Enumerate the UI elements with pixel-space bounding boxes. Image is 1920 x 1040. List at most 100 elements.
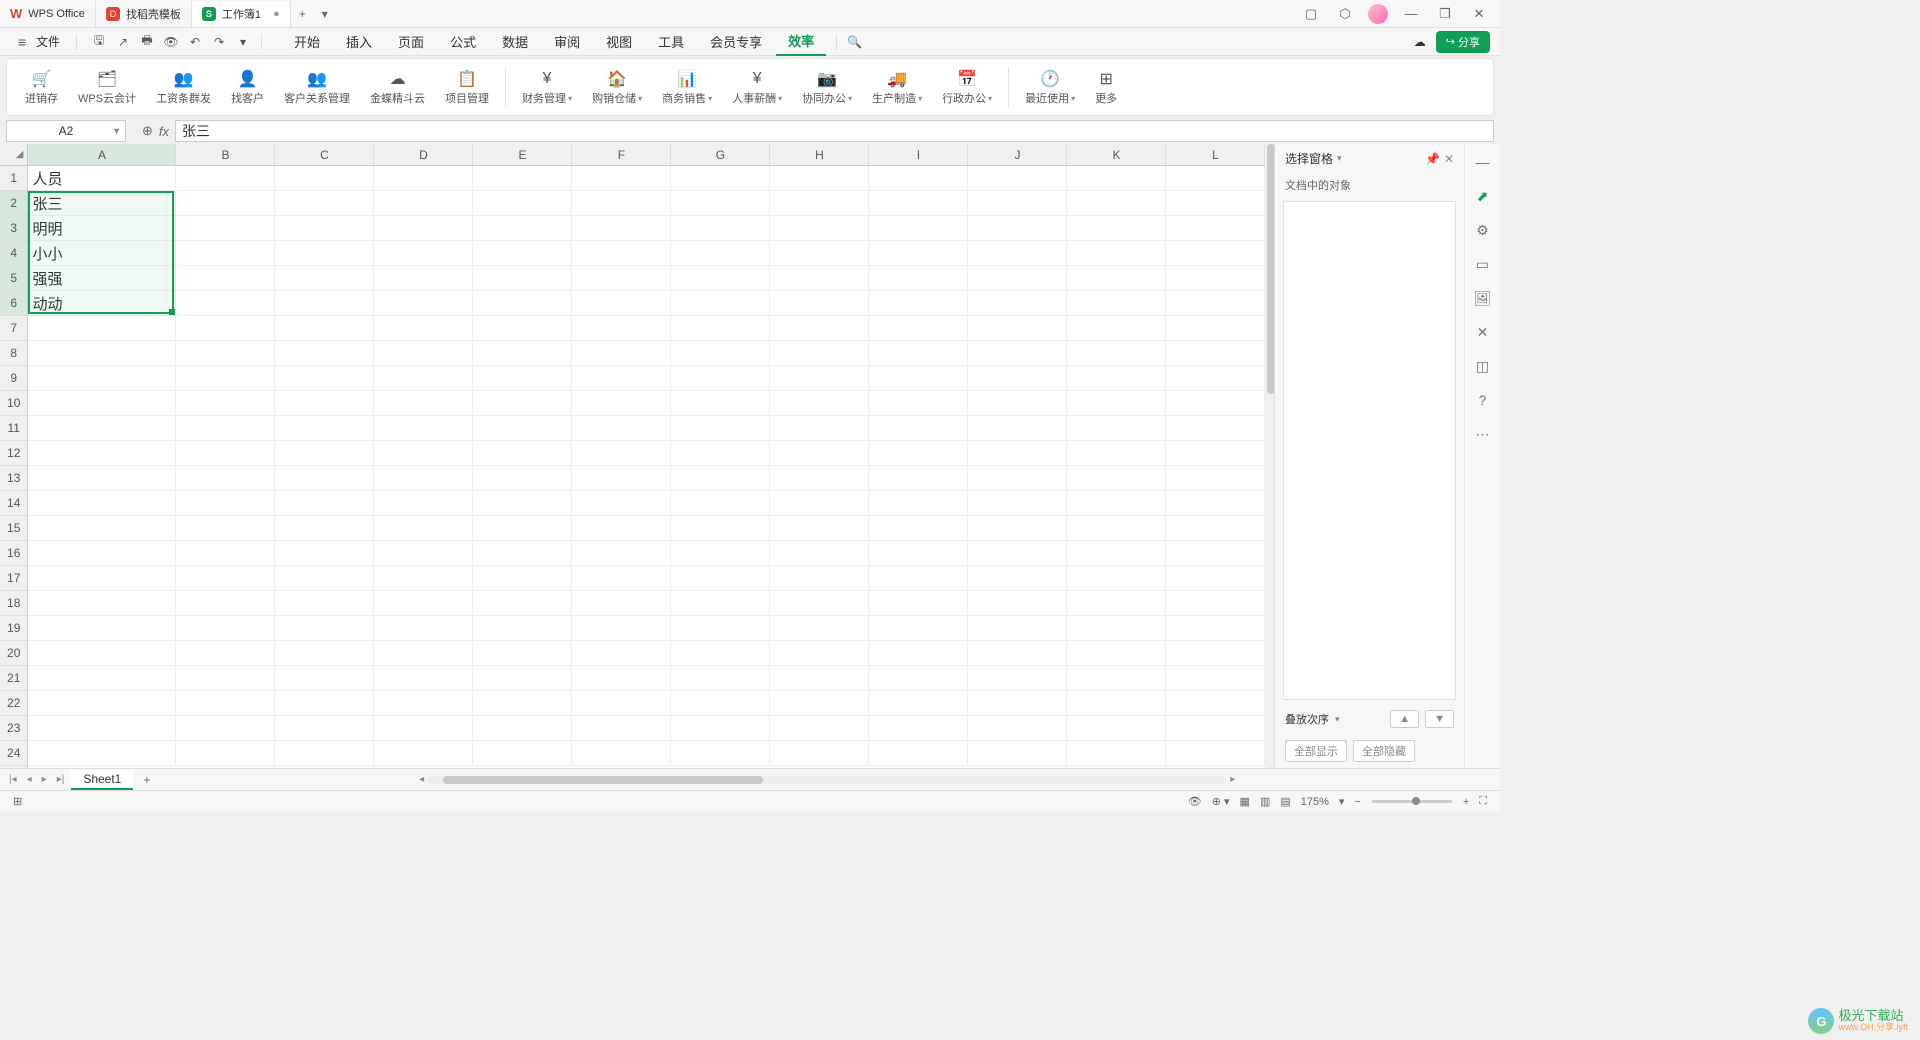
cell-A24[interactable] — [28, 741, 176, 766]
search-icon[interactable]: 🔍 — [847, 35, 862, 49]
horizontal-scrollbar[interactable]: ◂ ▸ — [160, 774, 1494, 785]
cell-H7[interactable] — [770, 316, 869, 341]
cell-B21[interactable] — [176, 666, 275, 691]
cell-F17[interactable] — [572, 566, 671, 591]
cell-F9[interactable] — [572, 366, 671, 391]
undo-icon[interactable]: ↶ — [185, 32, 205, 52]
cell-H8[interactable] — [770, 341, 869, 366]
cell-G14[interactable] — [671, 491, 770, 516]
cell-F10[interactable] — [572, 391, 671, 416]
cell-E13[interactable] — [473, 466, 572, 491]
cell-E18[interactable] — [473, 591, 572, 616]
row-header-9[interactable]: 9 — [0, 366, 27, 391]
cell-K7[interactable] — [1067, 316, 1166, 341]
cell-B20[interactable] — [176, 641, 275, 666]
cell-B1[interactable] — [176, 166, 275, 191]
menu-tab-review[interactable]: 审阅 — [542, 28, 592, 55]
menu-tab-insert[interactable]: 插入 — [334, 28, 384, 55]
zoom-in-button[interactable]: + — [1458, 796, 1474, 808]
ribbon-找客户[interactable]: 👤找客户 — [223, 68, 272, 106]
ribbon-工资条群发[interactable]: 👥工资条群发 — [148, 68, 219, 106]
cell-I8[interactable] — [869, 341, 968, 366]
view-normal-icon[interactable]: ▦ — [1235, 795, 1255, 808]
cell-H16[interactable] — [770, 541, 869, 566]
ribbon-客户关系管理[interactable]: 👥客户关系管理 — [276, 68, 358, 106]
cell-J23[interactable] — [968, 716, 1067, 741]
cell-L12[interactable] — [1166, 441, 1265, 466]
image-icon[interactable]: 🖼 — [1473, 288, 1493, 308]
menu-tab-efficiency[interactable]: 效率 — [776, 27, 826, 56]
cell-A21[interactable] — [28, 666, 176, 691]
close-pane-icon[interactable]: ✕ — [1444, 152, 1454, 166]
cell-C4[interactable] — [275, 241, 374, 266]
ribbon-商务销售[interactable]: 📊商务销售▾ — [654, 68, 720, 106]
row-header-13[interactable]: 13 — [0, 466, 27, 491]
focus-icon[interactable]: ⊕ ▾ — [1207, 795, 1235, 808]
cell-B13[interactable] — [176, 466, 275, 491]
cell-I9[interactable] — [869, 366, 968, 391]
grid-rows[interactable]: 人员张三明明小小强强动动 — [28, 166, 1265, 766]
cell-K13[interactable] — [1067, 466, 1166, 491]
cell-F21[interactable] — [572, 666, 671, 691]
cell-H17[interactable] — [770, 566, 869, 591]
collapse-icon[interactable]: — — [1473, 152, 1493, 172]
cell-H20[interactable] — [770, 641, 869, 666]
cell-G1[interactable] — [671, 166, 770, 191]
cell-G4[interactable] — [671, 241, 770, 266]
cell-I7[interactable] — [869, 316, 968, 341]
chevron-down-icon[interactable]: ▼ — [112, 126, 121, 136]
status-mode-icon[interactable]: ⊞ — [8, 795, 27, 808]
cell-D14[interactable] — [374, 491, 473, 516]
cell-E2[interactable] — [473, 191, 572, 216]
row-header-12[interactable]: 12 — [0, 441, 27, 466]
cell-B16[interactable] — [176, 541, 275, 566]
cell-B12[interactable] — [176, 441, 275, 466]
move-up-button[interactable]: ▲ — [1390, 710, 1419, 728]
cell-I16[interactable] — [869, 541, 968, 566]
col-header-B[interactable]: B — [176, 144, 275, 165]
cell-A23[interactable] — [28, 716, 176, 741]
zoom-slider[interactable] — [1372, 800, 1452, 803]
cell-L4[interactable] — [1166, 241, 1265, 266]
menu-tab-view[interactable]: 视图 — [594, 28, 644, 55]
cell-B7[interactable] — [176, 316, 275, 341]
cell-C17[interactable] — [275, 566, 374, 591]
cell-E11[interactable] — [473, 416, 572, 441]
cell-E9[interactable] — [473, 366, 572, 391]
cell-C7[interactable] — [275, 316, 374, 341]
user-avatar-icon[interactable] — [1368, 4, 1388, 24]
cell-G18[interactable] — [671, 591, 770, 616]
cell-B8[interactable] — [176, 341, 275, 366]
cell-A10[interactable] — [28, 391, 176, 416]
row-header-19[interactable]: 19 — [0, 616, 27, 641]
cell-D11[interactable] — [374, 416, 473, 441]
cell-F15[interactable] — [572, 516, 671, 541]
cell-H11[interactable] — [770, 416, 869, 441]
cell-L18[interactable] — [1166, 591, 1265, 616]
cell-A1[interactable]: 人员 — [28, 166, 176, 191]
bookmark-icon[interactable]: ◫ — [1473, 356, 1493, 376]
redo-icon[interactable]: ↷ — [209, 32, 229, 52]
cell-K23[interactable] — [1067, 716, 1166, 741]
file-menu[interactable]: 文件 — [36, 33, 60, 50]
cell-A9[interactable] — [28, 366, 176, 391]
cell-I4[interactable] — [869, 241, 968, 266]
cell-H24[interactable] — [770, 741, 869, 766]
cell-B2[interactable] — [176, 191, 275, 216]
cell-J1[interactable] — [968, 166, 1067, 191]
cell-L15[interactable] — [1166, 516, 1265, 541]
cell-D23[interactable] — [374, 716, 473, 741]
cell-D1[interactable] — [374, 166, 473, 191]
cell-K20[interactable] — [1067, 641, 1166, 666]
cell-C21[interactable] — [275, 666, 374, 691]
cell-J6[interactable] — [968, 291, 1067, 316]
cell-C19[interactable] — [275, 616, 374, 641]
ribbon-WPS云会计[interactable]: 🗂WPS云会计 — [70, 68, 144, 106]
cell-H12[interactable] — [770, 441, 869, 466]
cell-J2[interactable] — [968, 191, 1067, 216]
cell-I24[interactable] — [869, 741, 968, 766]
cell-A8[interactable] — [28, 341, 176, 366]
layout-icon[interactable]: ▭ — [1473, 254, 1493, 274]
fullscreen-icon[interactable]: ⛶ — [1474, 795, 1492, 808]
cell-B19[interactable] — [176, 616, 275, 641]
